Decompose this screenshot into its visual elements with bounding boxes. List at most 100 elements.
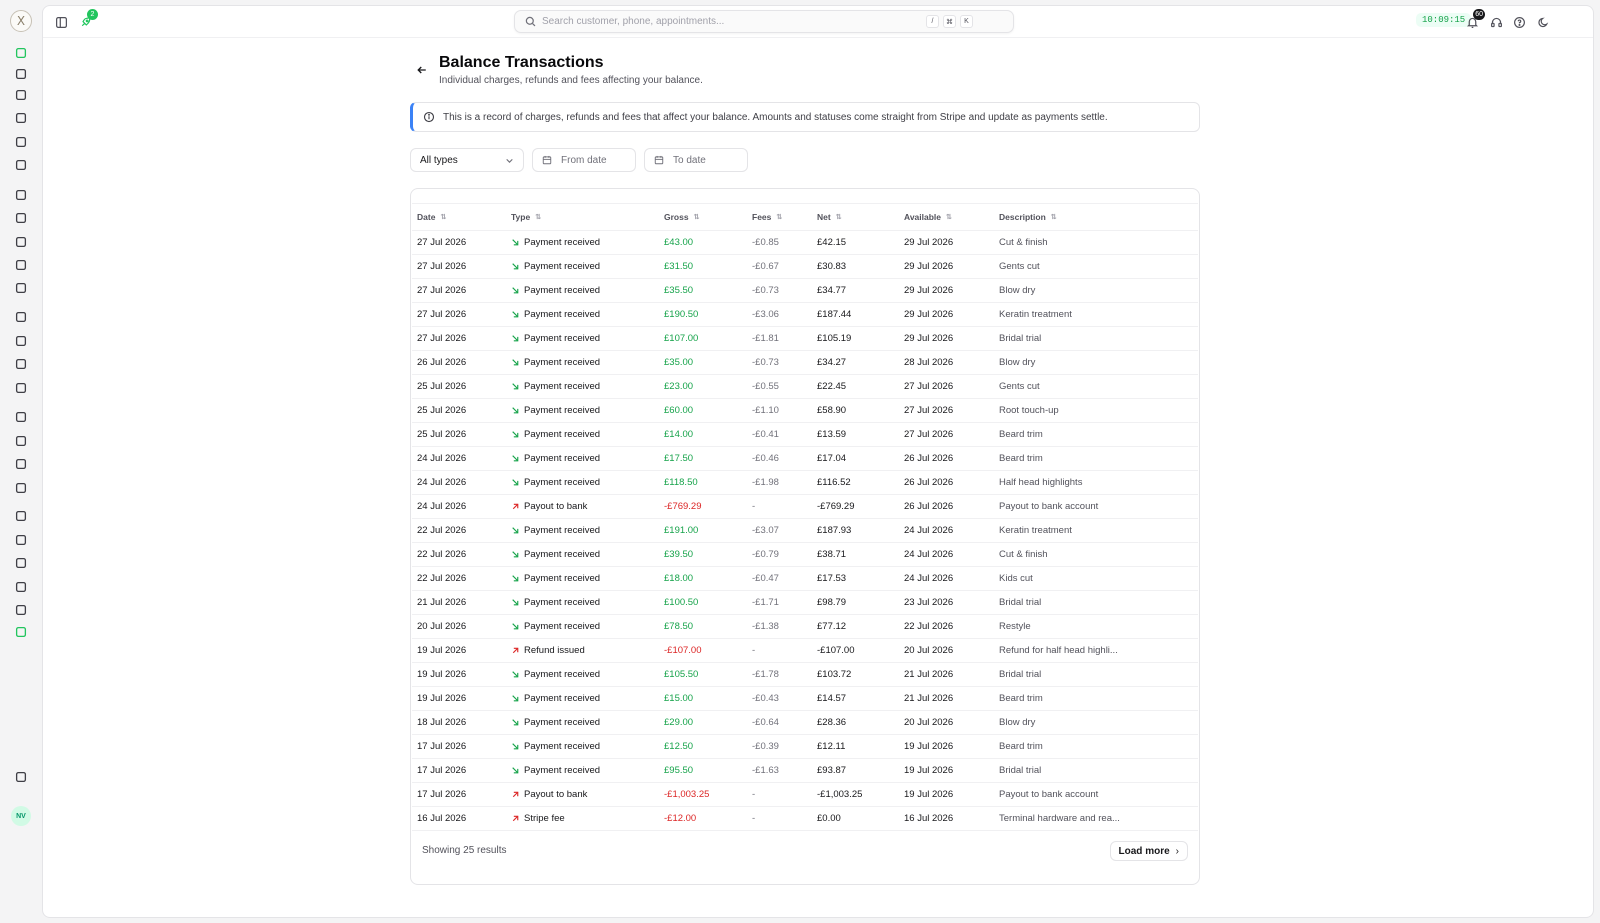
cell-fees: -: [752, 501, 756, 512]
cell-gross: -£769.29: [664, 501, 702, 512]
cell-date: 25 Jul 2026: [417, 429, 467, 440]
checklist-icon[interactable]: [13, 532, 29, 548]
help-icon[interactable]: [1511, 14, 1527, 30]
graduation-cap-icon[interactable]: [13, 157, 29, 173]
table-row[interactable]: 27 Jul 2026 Payment received £31.50 -£0.67 £…: [412, 255, 1198, 279]
cell-date: 24 Jul 2026: [417, 477, 467, 488]
column-header-net[interactable]: Net ⇅: [817, 204, 842, 230]
arrow-down-right-icon: [511, 622, 520, 631]
cell-net: £12.11: [817, 741, 846, 752]
team-icon[interactable]: [13, 456, 29, 472]
clock-display: 10:09:15: [1416, 13, 1472, 27]
inbox-icon[interactable]: [13, 187, 29, 203]
search-input[interactable]: [542, 16, 922, 27]
from-date-picker[interactable]: From date: [532, 148, 636, 172]
cell-net: £34.27: [817, 357, 847, 368]
table-row[interactable]: 24 Jul 2026 Payment received £17.50 -£0.46 £…: [412, 447, 1198, 471]
cell-net: -£107.00: [817, 645, 855, 656]
bank-icon[interactable]: [13, 356, 29, 372]
table-row[interactable]: 25 Jul 2026 Payment received £14.00 -£0.41 £…: [412, 423, 1198, 447]
megaphone-icon[interactable]: [13, 409, 29, 425]
users-icon[interactable]: [13, 210, 29, 226]
bell-icon[interactable]: 60: [1464, 9, 1485, 30]
cell-gross: £23.00: [664, 381, 694, 392]
cell-description: Blow dry: [999, 285, 1036, 296]
invoice-icon[interactable]: [13, 333, 29, 349]
table-row[interactable]: 17 Jul 2026 Payment received £95.50 -£1.63 £…: [412, 759, 1198, 783]
table-row[interactable]: 16 Jul 2026 Stripe fee -£12.00 - £0.00 16 Jul…: [412, 807, 1198, 831]
clipboard-icon[interactable]: [13, 433, 29, 449]
table-row[interactable]: 17 Jul 2026 Payout to bank -£1,003.25 - -£1,…: [412, 783, 1198, 807]
rocket-icon[interactable]: 2: [77, 9, 98, 30]
calendar-icon: [654, 155, 664, 165]
type-filter-select[interactable]: All types: [410, 148, 524, 172]
table-row[interactable]: 19 Jul 2026 Payment received £15.00 -£0.43 £…: [412, 687, 1198, 711]
book-icon[interactable]: [13, 110, 29, 126]
headset-icon[interactable]: [1488, 14, 1504, 30]
cell-gross: £18.00: [664, 573, 694, 584]
sort-icon: ⇅: [1050, 214, 1057, 221]
hourglass-icon[interactable]: [13, 134, 29, 150]
table-row[interactable]: 22 Jul 2026 Payment received £18.00 -£0.47 £…: [412, 567, 1198, 591]
column-header-fees[interactable]: Fees ⇅: [752, 204, 782, 230]
moon-icon[interactable]: [1535, 14, 1551, 30]
table-row[interactable]: 18 Jul 2026 Payment received £29.00 -£0.64 £…: [412, 711, 1198, 735]
table-row[interactable]: 24 Jul 2026 Payment received £118.50 -£1.98…: [412, 471, 1198, 495]
table-row[interactable]: 20 Jul 2026 Payment received £78.50 -£1.38 £…: [412, 615, 1198, 639]
table-row[interactable]: 26 Jul 2026 Payment received £35.00 -£0.73 £…: [412, 351, 1198, 375]
user-avatar[interactable]: NV: [11, 806, 31, 826]
table-row[interactable]: 19 Jul 2026 Payment received £105.50 -£1.78…: [412, 663, 1198, 687]
column-header-gross[interactable]: Gross ⇅: [664, 204, 699, 230]
back-arrow-icon[interactable]: [416, 64, 428, 76]
user-check-icon[interactable]: [13, 555, 29, 571]
cell-fees: -£0.39: [752, 741, 779, 752]
sidebar-toggle-icon[interactable]: [53, 14, 69, 30]
alert-circle-icon[interactable]: [13, 480, 29, 496]
home-icon[interactable]: [13, 66, 29, 82]
cell-type: Payment received: [511, 663, 600, 686]
table-row[interactable]: 25 Jul 2026 Payment received £60.00 -£1.10 £…: [412, 399, 1198, 423]
table-row[interactable]: 27 Jul 2026 Payment received £43.00 -£0.85 £…: [412, 231, 1198, 255]
star-icon[interactable]: [13, 280, 29, 296]
table-row[interactable]: 19 Jul 2026 Refund issued -£107.00 - -£107.0…: [412, 639, 1198, 663]
table-row[interactable]: 27 Jul 2026 Payment received £107.00 -£1.81…: [412, 327, 1198, 351]
cell-date: 27 Jul 2026: [417, 237, 467, 248]
receipt-icon[interactable]: [13, 257, 29, 273]
table-body: 27 Jul 2026 Payment received £43.00 -£0.85 £…: [412, 231, 1198, 831]
app-logo[interactable]: X: [10, 10, 32, 32]
search-bar[interactable]: / ⌘ K: [514, 10, 1014, 33]
integrations-icon[interactable]: [13, 508, 29, 524]
bar-chart-icon[interactable]: [13, 579, 29, 595]
cell-fees: -£3.07: [752, 525, 779, 536]
table-row[interactable]: 25 Jul 2026 Payment received £23.00 -£0.55 £…: [412, 375, 1198, 399]
rocket-icon[interactable]: [13, 45, 29, 61]
gift-icon[interactable]: [13, 380, 29, 396]
table-row[interactable]: 21 Jul 2026 Payment received £100.50 -£1.71…: [412, 591, 1198, 615]
table-row[interactable]: 27 Jul 2026 Payment received £35.50 -£0.73 £…: [412, 279, 1198, 303]
table-row[interactable]: 24 Jul 2026 Payout to bank -£769.29 - -£769.…: [412, 495, 1198, 519]
column-header-description[interactable]: Description ⇅: [999, 204, 1057, 230]
column-header-type[interactable]: Type ⇅: [511, 204, 541, 230]
sliders-icon[interactable]: [13, 769, 29, 785]
page-title: Balance Transactions: [439, 54, 604, 71]
calendar-icon[interactable]: [13, 87, 29, 103]
cell-date: 27 Jul 2026: [417, 309, 467, 320]
register-icon[interactable]: [13, 234, 29, 250]
table-row[interactable]: 22 Jul 2026 Payment received £39.50 -£0.79 £…: [412, 543, 1198, 567]
table-row[interactable]: 22 Jul 2026 Payment received £191.00 -£3.07…: [412, 519, 1198, 543]
table-row[interactable]: 17 Jul 2026 Payment received £12.50 -£0.39 £…: [412, 735, 1198, 759]
cell-gross: £29.00: [664, 717, 694, 728]
load-more-button[interactable]: Load more ›: [1109, 841, 1188, 861]
arrow-up-right-icon: [511, 814, 520, 823]
shortcut-key-slash: /: [926, 15, 939, 28]
document-icon[interactable]: [13, 309, 29, 325]
cell-description: Blow dry: [999, 357, 1036, 368]
folder-icon[interactable]: [13, 602, 29, 618]
table-row[interactable]: 27 Jul 2026 Payment received £190.50 -£3.06…: [412, 303, 1198, 327]
column-header-available[interactable]: Available ⇅: [904, 204, 952, 230]
cell-description: Bridal trial: [999, 669, 1042, 680]
to-date-picker[interactable]: To date: [644, 148, 748, 172]
settings-icon[interactable]: [13, 624, 29, 640]
column-header-date[interactable]: Date ⇅: [417, 204, 446, 230]
cell-date: 19 Jul 2026: [417, 693, 467, 704]
